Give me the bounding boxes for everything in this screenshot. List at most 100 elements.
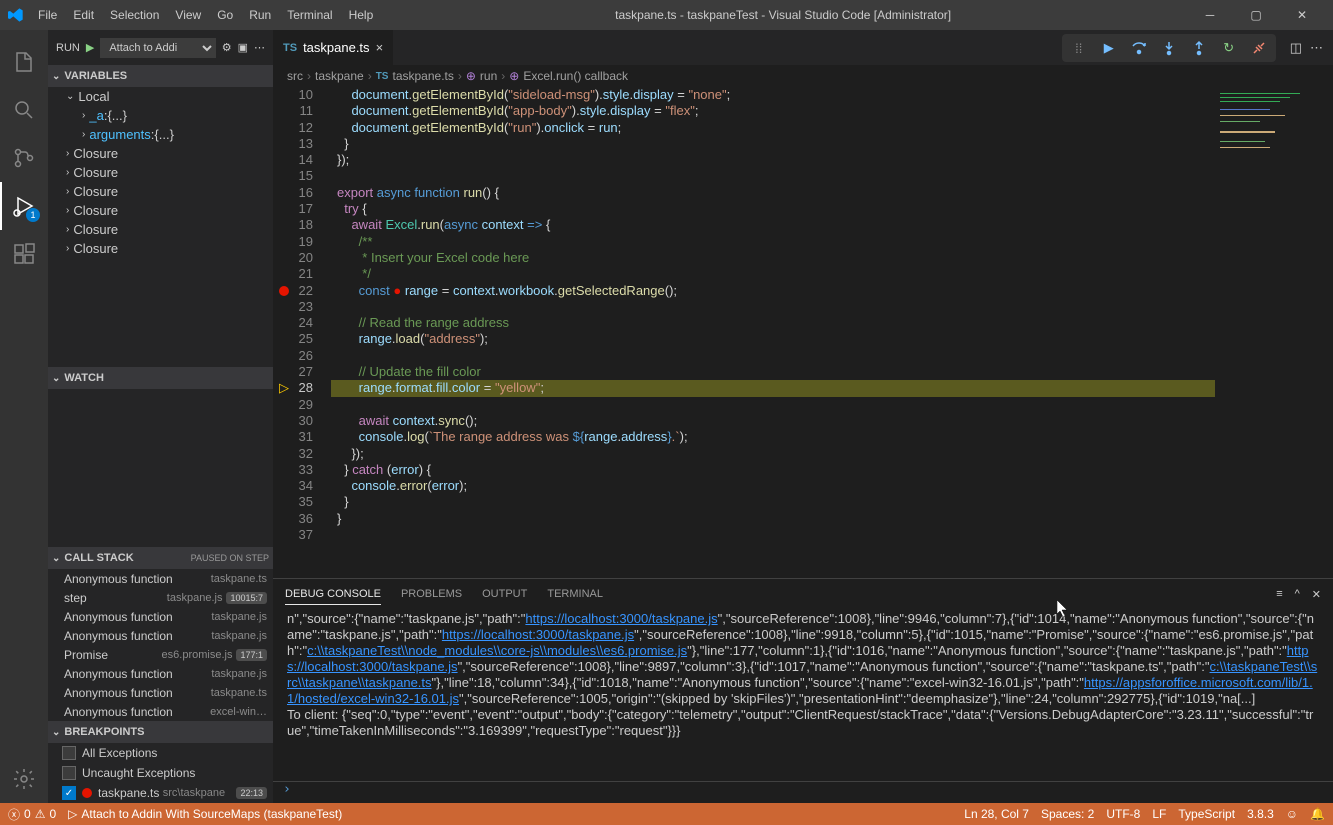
panel: DEBUG CONSOLE PROBLEMS OUTPUT TERMINAL ≡… xyxy=(273,578,1333,803)
variables-body: ⌄Local ›_a: {...} ›arguments: {...} ›Clo… xyxy=(48,87,273,367)
stack-frame[interactable]: Anonymous functiontaskpane.js xyxy=(48,626,273,645)
menu-view[interactable]: View xyxy=(169,4,207,26)
breadcrumb[interactable]: src› taskpane› TStaskpane.ts› ⊕run› ⊕Exc… xyxy=(273,65,1333,87)
ts-file-icon: TS xyxy=(283,42,297,54)
minimap[interactable] xyxy=(1215,87,1333,578)
extensions-icon[interactable] xyxy=(0,230,48,278)
activity-bar: 1 xyxy=(0,30,48,803)
debug-console-input[interactable]: › xyxy=(273,781,1333,803)
sb-errors[interactable]: ⓧ 0 ⚠ 0 xyxy=(8,806,56,823)
callstack-body: Anonymous functiontaskpane.tssteptaskpan… xyxy=(48,569,273,721)
variables-header[interactable]: ⌄VARIABLES xyxy=(48,65,273,87)
panel-close-icon[interactable]: ✕ xyxy=(1312,584,1321,605)
sb-spaces[interactable]: Spaces: 2 xyxy=(1041,807,1094,821)
minimize-button[interactable]: ─ xyxy=(1187,0,1233,30)
step-over-icon[interactable] xyxy=(1126,35,1152,61)
step-out-icon[interactable] xyxy=(1186,35,1212,61)
menu-edit[interactable]: Edit xyxy=(67,4,100,26)
filter-icon[interactable]: ≡ xyxy=(1276,584,1282,605)
tab-output[interactable]: OUTPUT xyxy=(482,584,527,604)
sb-encoding[interactable]: UTF-8 xyxy=(1106,807,1140,821)
settings-gear-icon[interactable] xyxy=(0,755,48,803)
panel-tabs: DEBUG CONSOLE PROBLEMS OUTPUT TERMINAL ≡… xyxy=(273,579,1333,609)
panel-expand-icon[interactable]: ^ xyxy=(1295,584,1300,605)
sidebar: RUN ▶ Attach to Addi ⚙ ▣ ⋯ ⌄VARIABLES ⌄L… xyxy=(48,30,273,803)
var-item[interactable]: ›arguments: {...} xyxy=(48,125,273,144)
step-into-icon[interactable] xyxy=(1156,35,1182,61)
explorer-icon[interactable] xyxy=(0,38,48,86)
sb-debug-task[interactable]: ▷ Attach to Addin With SourceMaps (taskp… xyxy=(68,807,342,821)
sb-feedback-icon[interactable]: ☺ xyxy=(1286,807,1298,821)
start-debug-icon[interactable]: ▶ xyxy=(86,41,94,54)
bp-entry[interactable]: ✓taskpane.ts src\taskpane22:13 xyxy=(48,783,273,803)
statusbar: ⓧ 0 ⚠ 0 ▷ Attach to Addin With SourceMap… xyxy=(0,803,1333,825)
sb-language[interactable]: TypeScript xyxy=(1178,807,1235,821)
tab-debug-console[interactable]: DEBUG CONSOLE xyxy=(285,584,381,605)
titlebar: File Edit Selection View Go Run Terminal… xyxy=(0,0,1333,30)
menu-selection[interactable]: Selection xyxy=(104,4,165,26)
watch-header[interactable]: ⌄WATCH xyxy=(48,367,273,389)
debug-config-select[interactable]: Attach to Addi xyxy=(100,38,215,58)
scope-closure[interactable]: ›Closure xyxy=(48,163,273,182)
maximize-button[interactable]: ▢ xyxy=(1233,0,1279,30)
scope-closure[interactable]: ›Closure xyxy=(48,201,273,220)
tab-taskpane-ts[interactable]: TS taskpane.ts × xyxy=(273,30,393,65)
debug-console-icon[interactable]: ▣ xyxy=(238,41,248,54)
scope-local[interactable]: ⌄Local xyxy=(48,87,273,106)
scope-closure[interactable]: ›Closure xyxy=(48,239,273,258)
editor-body[interactable]: 10111213141516171819202122232425262728▷2… xyxy=(273,87,1333,578)
menu-help[interactable]: Help xyxy=(343,4,380,26)
var-item[interactable]: ›_a: {...} xyxy=(48,106,273,125)
run-debug-icon[interactable]: 1 xyxy=(0,182,48,230)
stack-frame[interactable]: Anonymous functiontaskpane.js xyxy=(48,664,273,683)
stack-frame[interactable]: Anonymous functiontaskpane.js xyxy=(48,607,273,626)
disconnect-icon[interactable] xyxy=(1246,35,1272,61)
menu-bar: File Edit Selection View Go Run Terminal… xyxy=(32,4,379,26)
debug-toolbar[interactable]: ⁞⁞ ▶ ↻ xyxy=(1062,34,1276,62)
search-icon[interactable] xyxy=(0,86,48,134)
close-window-button[interactable]: ✕ xyxy=(1279,0,1325,30)
menu-run[interactable]: Run xyxy=(243,4,277,26)
stack-frame[interactable]: steptaskpane.js10015:7 xyxy=(48,588,273,607)
drag-handle-icon[interactable]: ⁞⁞ xyxy=(1066,35,1092,61)
vscode-logo-icon xyxy=(8,7,24,23)
line-gutter: 10111213141516171819202122232425262728▷2… xyxy=(273,87,331,578)
tab-terminal[interactable]: TERMINAL xyxy=(547,584,603,604)
source-control-icon[interactable] xyxy=(0,134,48,182)
bp-uncaught[interactable]: Uncaught Exceptions xyxy=(48,763,273,783)
more-icon[interactable]: ⋯ xyxy=(254,41,265,54)
callstack-header[interactable]: ⌄CALL STACKPAUSED ON STEP xyxy=(48,547,273,569)
menu-file[interactable]: File xyxy=(32,4,63,26)
sb-eol[interactable]: LF xyxy=(1152,807,1166,821)
run-header: RUN ▶ Attach to Addi ⚙ ▣ ⋯ xyxy=(48,30,273,65)
tab-problems[interactable]: PROBLEMS xyxy=(401,584,462,604)
scope-closure[interactable]: ›Closure xyxy=(48,182,273,201)
breakpoints-header[interactable]: ⌄BREAKPOINTS xyxy=(48,721,273,743)
watch-body xyxy=(48,389,273,547)
continue-icon[interactable]: ▶ xyxy=(1096,35,1122,61)
scope-closure[interactable]: ›Closure xyxy=(48,144,273,163)
close-icon[interactable]: × xyxy=(376,40,384,55)
sb-cursor-pos[interactable]: Ln 28, Col 7 xyxy=(964,807,1029,821)
stack-frame[interactable]: Anonymous functiontaskpane.ts xyxy=(48,569,273,588)
code-area[interactable]: document.getElementById("sideload-msg").… xyxy=(331,87,1215,578)
debug-console-output[interactable]: n","source":{"name":"taskpane.js","path"… xyxy=(273,609,1333,781)
stack-frame[interactable]: Anonymous functiontaskpane.ts xyxy=(48,683,273,702)
tab-row: TS taskpane.ts × ⁞⁞ ▶ ↻ ◫ ⋯ xyxy=(273,30,1333,65)
stack-frame[interactable]: Anonymous functionexcel-win… xyxy=(48,702,273,721)
restart-icon[interactable]: ↻ xyxy=(1216,35,1242,61)
more-actions-icon[interactable]: ⋯ xyxy=(1310,40,1323,56)
split-editor-icon[interactable]: ◫ xyxy=(1290,40,1302,56)
sb-version[interactable]: 3.8.3 xyxy=(1247,807,1274,821)
bp-all-exceptions[interactable]: All Exceptions xyxy=(48,743,273,763)
menu-go[interactable]: Go xyxy=(211,4,239,26)
run-label: RUN xyxy=(56,42,80,54)
editor-area: TS taskpane.ts × ⁞⁞ ▶ ↻ ◫ ⋯ src› taskpan… xyxy=(273,30,1333,803)
gear-icon[interactable]: ⚙ xyxy=(222,41,232,54)
breakpoints-body: All Exceptions Uncaught Exceptions ✓task… xyxy=(48,743,273,803)
window-title: taskpane.ts - taskpaneTest - Visual Stud… xyxy=(379,8,1187,22)
stack-frame[interactable]: Promisees6.promise.js177:1 xyxy=(48,645,273,664)
sb-bell-icon[interactable]: 🔔 xyxy=(1310,807,1325,821)
menu-terminal[interactable]: Terminal xyxy=(281,4,338,26)
scope-closure[interactable]: ›Closure xyxy=(48,220,273,239)
